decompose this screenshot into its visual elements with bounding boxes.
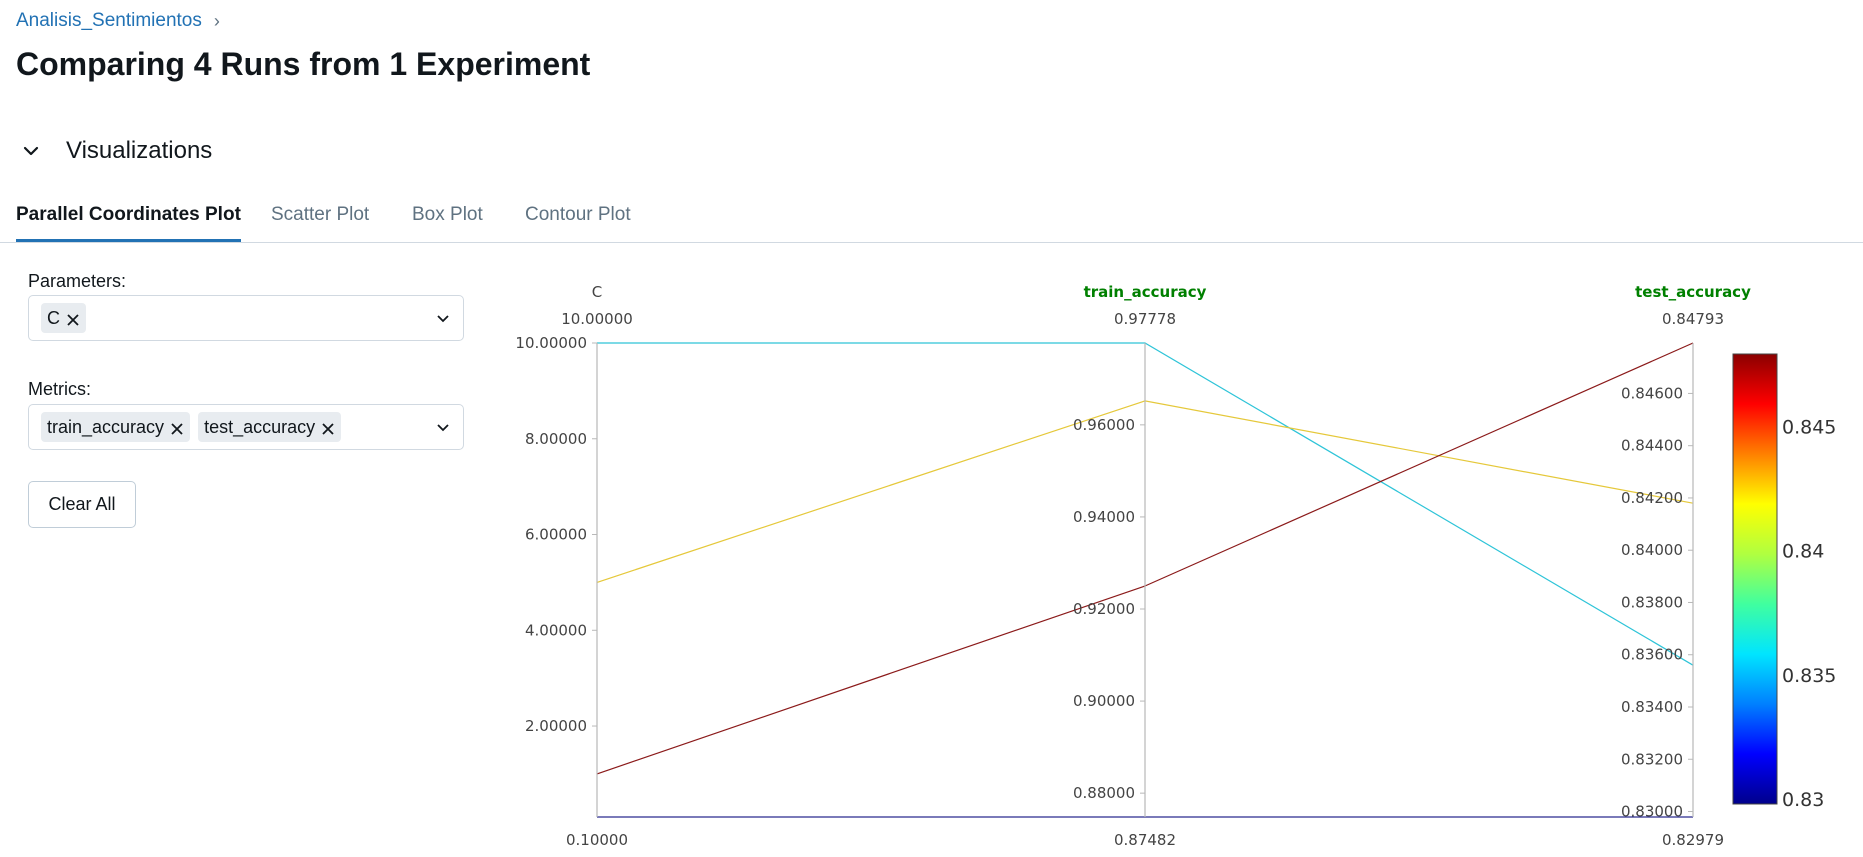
colorbar — [1732, 353, 1778, 805]
tick-label: 0.94000 — [1073, 508, 1135, 526]
tick-label: 10.00000 — [515, 334, 587, 352]
tick-label: 4.00000 — [525, 621, 587, 639]
tick-label: 0.84000 — [1621, 541, 1683, 559]
parallel-coordinates-plot: C 10.00000 0.10000 2.00000 4.00000 6.00000 8.0… — [515, 283, 1836, 849]
colorbar-tick-label: 0.845 — [1782, 417, 1836, 439]
axis-title: C — [592, 283, 602, 301]
tick-label: 0.83000 — [1621, 803, 1683, 821]
tick-label: 0.83800 — [1621, 593, 1683, 611]
tick-label: 0.96000 — [1073, 416, 1135, 434]
tick-label: 0.84400 — [1621, 437, 1683, 455]
axis-min-label: 0.10000 — [566, 831, 628, 849]
axis-title: test_accuracy — [1635, 283, 1751, 301]
axis-max-label: 0.84793 — [1662, 310, 1724, 328]
axis-min-label: 0.87482 — [1114, 831, 1176, 849]
tick-label: 0.84600 — [1621, 384, 1683, 402]
tick-label: 0.92000 — [1073, 600, 1135, 618]
colorbar-tick-label: 0.84 — [1782, 541, 1824, 563]
axis-title: train_accuracy — [1084, 283, 1207, 301]
axis-min-label: 0.82979 — [1662, 831, 1724, 849]
colorbar-tick-label: 0.83 — [1782, 789, 1824, 811]
axis-max-label: 0.97778 — [1114, 310, 1176, 328]
colorbar-tick-label: 0.835 — [1782, 665, 1836, 687]
axis-max-label: 10.00000 — [561, 310, 633, 328]
tick-label: 0.88000 — [1073, 784, 1135, 802]
tick-label: 0.83400 — [1621, 698, 1683, 716]
tick-label: 6.00000 — [525, 526, 587, 544]
tick-label: 0.90000 — [1073, 692, 1135, 710]
tick-label: 8.00000 — [525, 430, 587, 448]
tick-label: 0.84200 — [1621, 489, 1683, 507]
tick-label: 0.83600 — [1621, 646, 1683, 664]
tick-label: 2.00000 — [525, 717, 587, 735]
tick-label: 0.83200 — [1621, 750, 1683, 768]
